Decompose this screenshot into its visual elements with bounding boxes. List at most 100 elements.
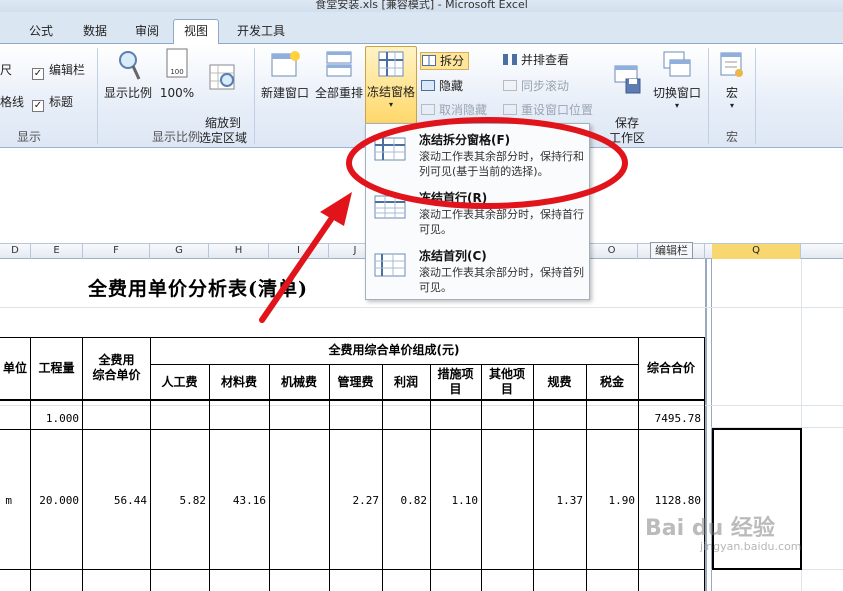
switch-windows-button[interactable]: 切换窗口 ▾ (650, 48, 704, 111)
zoom-group-label: 显示比例 (151, 130, 200, 144)
hide-label: 隐藏 (439, 79, 464, 93)
table-border (0, 429, 705, 430)
new-window-icon (271, 51, 300, 77)
hide-button[interactable]: 隐藏 (421, 78, 463, 94)
cell-unit[interactable]: m (0, 494, 12, 507)
cell-management[interactable]: 2.27 (329, 494, 380, 507)
menu-item-title: 冻结拆分窗格(F) (419, 133, 511, 147)
cell-tax[interactable]: 1.90 (586, 494, 636, 507)
tab-review[interactable]: 审阅 (128, 20, 166, 44)
sync-scroll-button[interactable]: 同步滚动 (503, 78, 569, 94)
cell-material[interactable]: 43.16 (209, 494, 266, 507)
menu-item-title: 冻结首行(R) (419, 191, 488, 205)
table-border (150, 364, 638, 365)
freeze-panes-button[interactable]: 冻结窗格 ▾ (365, 46, 417, 124)
table-border (0, 569, 705, 570)
cell-quantity[interactable]: 20.000 (31, 494, 79, 507)
tab-developer[interactable]: 开发工具 (232, 20, 290, 44)
zoom-button[interactable]: 显示比例 (101, 48, 155, 101)
tab-data[interactable]: 数据 (76, 20, 114, 44)
sync-scroll-icon (503, 80, 517, 91)
cell-fees[interactable]: 1.37 (533, 494, 584, 507)
column-header[interactable]: I (269, 244, 329, 259)
watermark-logo: Bai du 经验 (645, 516, 775, 541)
column-header[interactable]: H (209, 244, 269, 259)
group-separator (97, 48, 98, 144)
save-workspace-button[interactable]: 保存 工作区 (604, 48, 650, 146)
ribbon-tab-row: 公式 数据 审阅 视图 开发工具 (0, 12, 843, 45)
freeze-panes-menu: 冻结拆分窗格(F) 滚动工作表其余部分时，保持行和列可见(基于当前的选择)。 冻… (365, 123, 590, 300)
new-window-label: 新建窗口 (260, 86, 309, 100)
header-price-composition: 全费用综合单价组成(元) (328, 343, 460, 357)
zoom-selection-icon (209, 64, 235, 90)
reset-position-button[interactable]: 重设窗口位置 (503, 102, 593, 118)
menu-item-desc: 滚动工作表其余部分时，保持首行可见。 (419, 208, 584, 236)
freeze-first-column-icon (374, 253, 406, 277)
unhide-icon (421, 104, 435, 115)
gridlines-label[interactable]: 格线 (0, 94, 24, 110)
table-border (0, 337, 705, 338)
cell-total[interactable]: 1128.80 (639, 494, 701, 507)
new-window-button[interactable]: 新建窗口 (258, 48, 312, 101)
macros-button[interactable]: 宏 ▾ (712, 48, 752, 111)
group-separator (755, 48, 756, 144)
cell-full-unit-price[interactable]: 56.44 (83, 494, 147, 507)
header-fees: 规费 (547, 375, 572, 389)
header-total: 综合合价 (646, 361, 695, 375)
cell-measures[interactable]: 1.10 (430, 494, 479, 507)
watermark-url: jingyan.baidu.com (700, 540, 802, 553)
column-header[interactable]: G (150, 244, 209, 259)
column-header-selected[interactable]: Q (712, 244, 801, 259)
header-labor: 人工费 (161, 375, 198, 389)
group-separator (708, 48, 709, 144)
header-management: 管理费 (337, 375, 374, 389)
table-border (269, 364, 270, 591)
zoom-100-button[interactable]: 100 100% (157, 48, 197, 101)
reset-position-label: 重设窗口位置 (521, 103, 594, 117)
arrange-all-icon (326, 51, 352, 77)
column-header[interactable]: D (0, 244, 31, 259)
tab-view[interactable]: 视图 (173, 19, 219, 45)
arrange-all-label: 全部重排 (314, 86, 363, 100)
menu-item-freeze-top-row[interactable]: 冻结首行(R) 滚动工作表其余部分时，保持首行可见。 (366, 185, 589, 241)
zoom-label: 显示比例 (103, 86, 152, 100)
column-header[interactable] (801, 244, 843, 259)
cell-total[interactable]: 7495.78 (639, 412, 701, 425)
header-tax: 税金 (599, 375, 624, 389)
header-profit: 利润 (393, 375, 418, 389)
sheet-title: 全费用单价分析表(清单) (88, 278, 308, 300)
column-header[interactable]: E (31, 244, 83, 259)
tab-formulas[interactable]: 公式 (22, 20, 60, 44)
header-machinery: 机械费 (280, 375, 317, 389)
table-border (481, 364, 482, 591)
freeze-panes-icon (378, 51, 404, 77)
cell-quantity[interactable]: 1.000 (31, 412, 79, 425)
table-border (382, 364, 383, 591)
view-side-by-side-button[interactable]: 并排查看 (503, 52, 569, 68)
sync-scroll-label: 同步滚动 (521, 79, 570, 93)
table-border (329, 364, 330, 591)
split-button[interactable]: 拆分 (420, 52, 470, 70)
grid-line (0, 405, 843, 406)
column-header[interactable]: O (586, 244, 638, 259)
header-measures: 措施项 目 (437, 367, 474, 396)
headings-checkbox[interactable]: ✓ 标题 (32, 94, 73, 112)
reset-position-icon (503, 104, 517, 115)
checkbox-icon: ✓ (32, 100, 44, 112)
formula-bar-checkbox[interactable]: ✓ 编辑栏 (32, 62, 85, 80)
menu-item-freeze-first-column[interactable]: 冻结首列(C) 滚动工作表其余部分时，保持首列可见。 (366, 243, 589, 299)
header-material: 材料费 (220, 375, 257, 389)
column-header[interactable]: F (83, 244, 150, 259)
cell-labor[interactable]: 5.82 (150, 494, 207, 507)
group-separator (254, 48, 255, 144)
split-icon (422, 55, 436, 66)
table-border (0, 399, 705, 401)
formula-bar-label: 编辑栏 (49, 63, 86, 77)
arrange-all-button[interactable]: 全部重排 (313, 48, 365, 101)
cell-profit[interactable]: 0.82 (382, 494, 428, 507)
dropdown-arrow-icon: ▾ (729, 101, 734, 110)
menu-item-desc: 滚动工作表其余部分时，保持行和列可见(基于当前的选择)。 (419, 150, 584, 178)
unhide-button[interactable]: 取消隐藏 (421, 102, 487, 118)
menu-item-freeze-panes[interactable]: 冻结拆分窗格(F) 滚动工作表其余部分时，保持行和列可见(基于当前的选择)。 (366, 127, 589, 183)
ruler-label[interactable]: 尺 (0, 62, 12, 78)
